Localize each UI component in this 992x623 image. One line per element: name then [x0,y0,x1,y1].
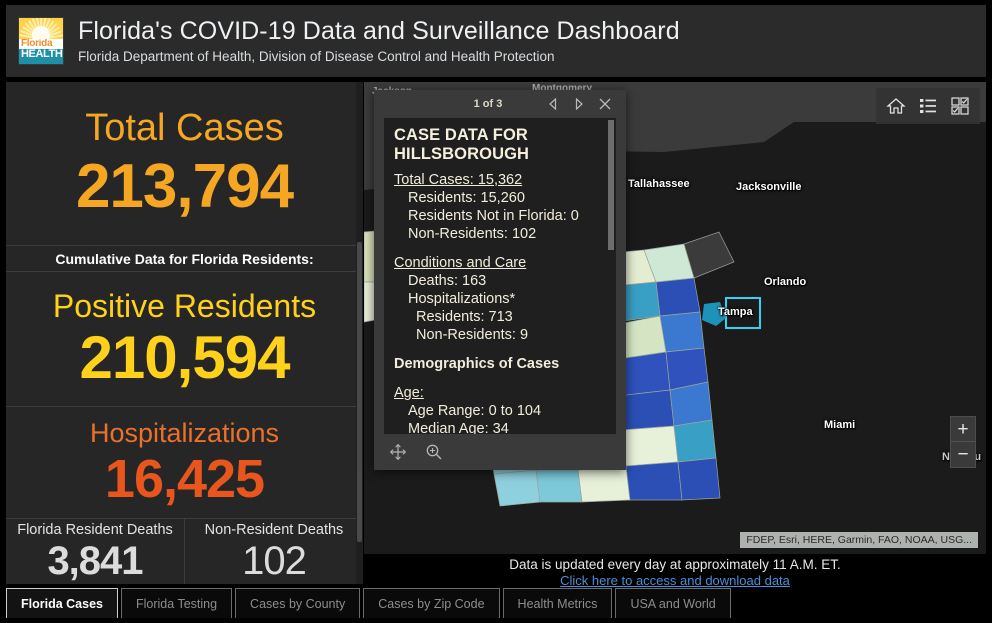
dashboard-root: Florida HEALTH Florida's COVID-19 Data a… [0,0,992,623]
stat-nonresident-deaths: Non-Resident Deaths 102 [185,519,363,584]
stat-resident-deaths-value: 3,841 [47,538,143,583]
statistics-panel-scrollbar[interactable] [356,82,363,584]
stat-total-cases-value: 213,794 [75,151,294,221]
popup-line: Age: [394,385,424,401]
chevron-left-icon[interactable] [540,91,566,117]
stat-cumulative-header: Cumulative Data for Florida Residents: [6,246,363,272]
stat-total-cases-label: Total Cases [85,106,284,149]
home-icon[interactable] [882,92,910,120]
stat-hospitalizations: Hospitalizations 16,425 [6,407,363,519]
zoom-to-icon[interactable] [424,442,444,462]
popup-content-lines: Total Cases: 15,362 Residents: 15,260 Resi… [394,171,606,434]
chevron-right-icon[interactable] [566,91,592,117]
popup-body[interactable]: CASE DATA FOR HILLSBOROUGH Total Cases: … [384,118,616,434]
popup-line-spacer [394,344,606,355]
stat-hospitalizations-label: Hospitalizations [89,417,280,448]
stat-total-cases: Total Cases 213,794 [6,82,363,246]
sunburst-icon [19,18,63,39]
app-header: Florida HEALTH Florida's COVID-19 Data a… [6,5,986,77]
popup-line: Deaths: 163 [408,273,487,289]
page-title: Florida's COVID-19 Data and Surveillance… [78,16,680,45]
stat-cumulative-label: Cumulative Data for Florida Residents: [55,250,314,267]
popup-line: Non-Residents: 9 [416,327,529,343]
stat-positive-residents-value: 210,594 [79,324,291,391]
stat-deaths-row: Florida Resident Deaths 3,841 Non-Reside… [6,519,363,584]
map-attribution: FDEP, Esri, HERE, Garmin, FAO, NOAA, USG… [740,532,978,548]
popup-line: Demographics of Cases [394,356,560,372]
header-text-group: Florida's COVID-19 Data and Surveillance… [78,16,680,67]
popup-line: Residents: 713 [416,309,513,325]
tab-cases-by-zip-code[interactable]: Cases by Zip Code [363,588,500,618]
popup-footer [374,434,626,470]
stat-resident-deaths-label: Florida Resident Deaths [17,521,173,538]
zoom-out-button[interactable]: − [951,442,975,467]
tab-florida-cases[interactable]: Florida Cases [6,588,118,618]
popup-line: Residents Not in Florida: 0 [408,208,579,224]
tab-florida-testing[interactable]: Florida Testing [120,588,233,618]
popup-header: 1 of 3 [374,90,626,118]
tab-cases-by-county[interactable]: Cases by County [235,588,361,618]
popup-line: Age Range: 0 to 104 [408,403,542,419]
close-icon[interactable] [592,91,618,117]
stat-resident-deaths: Florida Resident Deaths 3,841 [6,519,185,584]
popup-line-spacer [394,373,606,384]
update-note-line1: Data is updated every day at approximate… [509,557,841,572]
stat-nonresident-deaths-label: Non-Resident Deaths [204,521,344,538]
map-toolbar [876,88,980,124]
popup-title: CASE DATA FOR HILLSBOROUGH [394,126,530,163]
popup-line-spacer [394,243,606,254]
logo-health-text: HEALTH [19,47,63,60]
map-zoom-controls: + − [950,416,976,468]
popup-line: Median Age: 34 [408,421,509,434]
florida-health-logo: Florida HEALTH [18,17,64,65]
zoom-in-button[interactable]: + [951,417,975,442]
statistics-panel: Total Cases 213,794 Cumulative Data for … [6,82,364,584]
popup-pager: 1 of 3 [473,98,503,110]
update-note: Data is updated every day at approximate… [364,556,986,588]
popup-line: Conditions and Care [394,255,527,271]
legend-icon[interactable] [914,92,942,120]
tab-usa-and-world[interactable]: USA and World [615,588,731,618]
popup-line: Total Cases: 15,362 [394,172,523,188]
popup-line: Hospitalizations* [408,291,516,307]
stat-nonresident-deaths-value: 102 [242,538,307,583]
dashboard-tabs: Florida Cases Florida Testing Cases by Cou… [6,586,986,618]
tab-health-metrics[interactable]: Health Metrics [502,588,613,618]
stat-hospitalizations-value: 16,425 [104,448,265,509]
stat-positive-residents-label: Positive Residents [52,288,317,324]
popup-line: Residents: 15,260 [408,190,525,206]
scrollbar-thumb[interactable] [357,242,362,542]
page-subtitle: Florida Department of Health, Division o… [78,48,555,64]
popup-scrollbar-thumb[interactable] [608,120,614,250]
stat-positive-residents: Positive Residents 210,594 [6,272,363,407]
basemap-gallery-icon[interactable] [946,92,974,120]
pan-move-icon[interactable] [388,442,408,462]
feature-popup: 1 of 3 CASE DATA FOR HILLSBOROUGH Total … [374,90,626,470]
popup-line: Non-Residents: 102 [408,226,537,242]
